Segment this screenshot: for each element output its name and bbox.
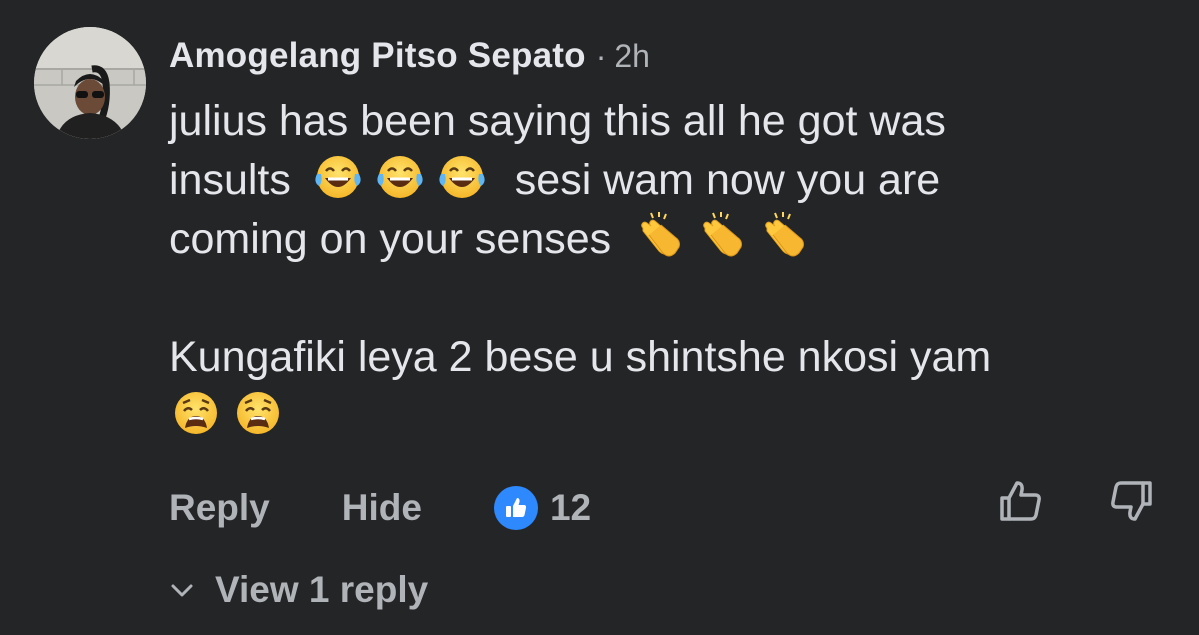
clapping-hands-icon (757, 211, 807, 261)
reaction-summary[interactable]: 12 (493, 486, 592, 530)
reaction-count: 12 (549, 487, 592, 528)
clapping-hands-icon (695, 211, 745, 261)
like-badge-icon (493, 486, 538, 530)
comment: Amogelang Pitso Sepato · 2h julius has b… (0, 0, 1199, 635)
view-replies-link[interactable]: View 1 reply (169, 566, 428, 614)
comment-body: julius has been saying this all he got w… (169, 92, 1169, 446)
meta-separator: · (595, 38, 607, 74)
comment-paragraph: julius has been saying this all he got w… (169, 92, 1169, 269)
face-with-tears-of-joy-icon (437, 152, 487, 202)
thumb-down-outline-icon[interactable] (1108, 478, 1154, 524)
face-with-tears-of-joy-icon (375, 152, 425, 202)
clapping-hands-icon (633, 211, 683, 261)
comment-text: Kungafiki leya 2 bese u shintshe nkosi y… (169, 333, 992, 381)
author-name[interactable]: Amogelang Pitso Sepato (169, 36, 586, 76)
face-with-tears-of-joy-icon (313, 152, 363, 202)
comment-text: julius has been saying this all he got w… (169, 97, 946, 145)
comment-paragraph: Kungafiki leya 2 bese u shintshe nkosi y… (169, 328, 1169, 446)
timestamp[interactable]: 2h (614, 38, 650, 75)
avatar[interactable] (34, 27, 146, 139)
chevron-down-icon (171, 584, 193, 597)
thumb-up-outline-icon[interactable] (998, 478, 1044, 524)
hide-button[interactable]: Hide (342, 487, 422, 529)
comment-text: insults (169, 156, 291, 204)
comment-text: sesi wam now you are (514, 156, 941, 204)
comment-actions: Reply Hide 12 (169, 480, 591, 536)
weary-face-icon (233, 388, 283, 438)
comment-header: Amogelang Pitso Sepato · 2h (169, 36, 650, 80)
view-replies-label: View 1 reply (215, 569, 429, 610)
weary-face-icon (171, 388, 221, 438)
comment-text: coming on your senses (169, 215, 612, 263)
reply-button[interactable]: Reply (169, 487, 270, 529)
